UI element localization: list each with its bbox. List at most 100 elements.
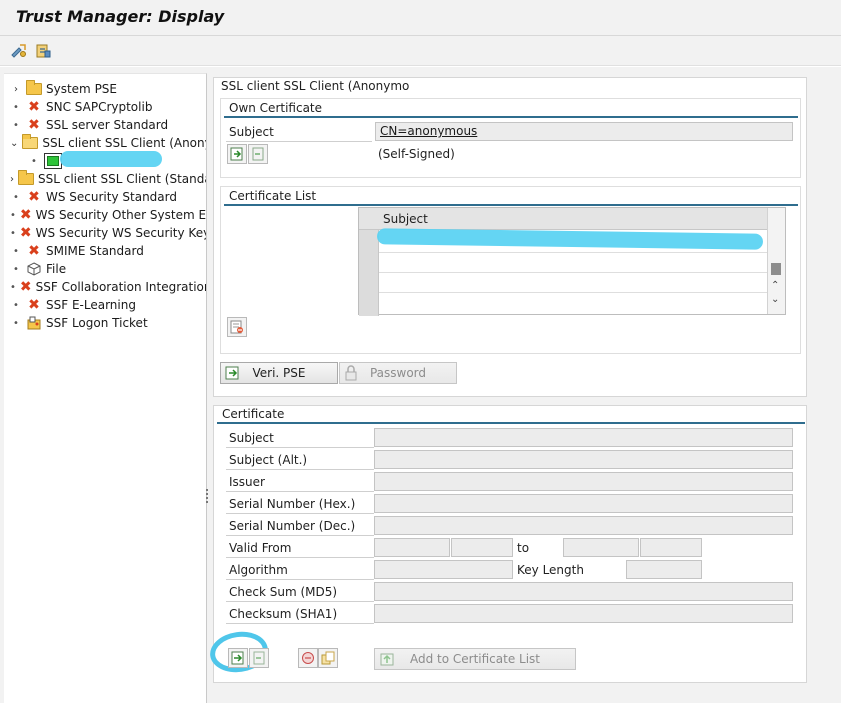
cert-issuer-field[interactable] [374, 472, 793, 491]
tree-item-ssl-client-standard[interactable]: › SSL client SSL Client (Standard) [4, 170, 206, 188]
row-underline [226, 141, 372, 142]
certificate-list-table[interactable]: Subject ⌃ ⌄ [358, 207, 786, 316]
cert-sha1-field[interactable] [374, 604, 793, 623]
password-label: Password [369, 366, 427, 380]
table-header: Subject [359, 208, 769, 230]
cert-valid-to-date[interactable] [563, 538, 639, 557]
import-cert-icon[interactable] [228, 648, 248, 668]
tree-item-smime-standard[interactable]: • ✖ SMIME Standard [4, 242, 206, 260]
own-subject-label: Subject [229, 125, 274, 139]
veri-pse-button[interactable]: Veri. PSE [220, 362, 338, 384]
scroll-up-icon[interactable]: ⌃ [771, 280, 779, 291]
cert-issuer-label: Issuer [229, 475, 265, 489]
edit-pse-icon[interactable] [10, 42, 28, 60]
cert-subject-alt-field[interactable] [374, 450, 793, 469]
tree-item-label: SSF Collaboration Integration [35, 280, 207, 294]
tree-item-label: SNC SAPCryptolib [46, 100, 153, 114]
tree-item-file[interactable]: • File [4, 260, 206, 278]
tree-item-label: SMIME Standard [46, 244, 144, 258]
tree-expander[interactable]: › [10, 84, 22, 95]
error-x-icon: ✖ [28, 297, 40, 313]
cert-md5-label: Check Sum (MD5) [229, 585, 338, 599]
tree-item-label: File [46, 262, 67, 276]
tree-item-ws-security-other-system[interactable]: • ✖ WS Security Other System Encryption [4, 206, 206, 224]
cert-subject-field[interactable] [374, 428, 793, 447]
import-pse-icon [225, 365, 241, 384]
own-subject-value[interactable]: CN=anonymous [375, 122, 793, 141]
tree-expander[interactable]: ⌄ [10, 138, 18, 149]
tree-bullet: • [13, 317, 19, 329]
certificate-list-title: Certificate List [229, 189, 317, 203]
import-certificate-icon[interactable] [227, 144, 247, 164]
pse-tree: › System PSE • ✖ SNC SAPCryptolib • ✖ SS… [4, 73, 207, 703]
folder-icon [18, 170, 34, 186]
cert-serial-hex-field[interactable] [374, 494, 793, 513]
own-certificate-status: (Self-Signed) [378, 147, 455, 161]
remove-certificate-icon[interactable] [227, 317, 247, 337]
tree-item-ws-security-standard[interactable]: • ✖ WS Security Standard [4, 188, 206, 206]
tree-bullet: • [10, 227, 16, 239]
cert-key-length-field[interactable] [626, 560, 702, 579]
title-bar: Trust Manager: Display [0, 0, 841, 36]
display-icon[interactable] [34, 42, 52, 60]
group-divider [224, 204, 798, 206]
work-area: › System PSE • ✖ SNC SAPCryptolib • ✖ SS… [0, 67, 841, 703]
tree-item-ssf-logon-ticket[interactable]: • SSF Logon Ticket [4, 314, 206, 332]
tree-item-snc-sapcryptolib[interactable]: • ✖ SNC SAPCryptolib [4, 98, 206, 116]
tree-bullet: • [13, 191, 19, 203]
folder-open-icon [22, 134, 39, 150]
tree-item-label: SSL client SSL Client (Standard) [38, 172, 206, 186]
table-row-divider [379, 252, 769, 253]
row-underline [226, 535, 374, 536]
error-x-icon: ✖ [28, 99, 40, 115]
export-cert-icon[interactable] [249, 648, 269, 668]
lock-icon [344, 365, 358, 384]
tree-item-ssf-elearning[interactable]: • ✖ SSF E-Learning [4, 296, 206, 314]
own-certificate-title: Own Certificate [229, 101, 323, 115]
cert-serial-hex-label: Serial Number (Hex.) [229, 497, 356, 511]
certificate-panel: Certificate Subject Subject (Alt.) Issue… [207, 405, 807, 683]
table-row-divider [379, 292, 769, 293]
tree-item-ws-security-keys[interactable]: • ✖ WS Security WS Security Keys [4, 224, 207, 242]
table-scrollbar[interactable]: ⌃ ⌄ [767, 208, 785, 314]
add-to-certificate-list-button[interactable]: Add to Certificate List [374, 648, 576, 670]
row-underline [226, 491, 374, 492]
pse-panel-title: SSL client SSL Client (Anonymo [221, 79, 410, 93]
cert-valid-from-date[interactable] [374, 538, 450, 557]
cert-subject-alt-label: Subject (Alt.) [229, 453, 308, 467]
scroll-down-icon[interactable]: ⌄ [771, 294, 779, 305]
cert-md5-field[interactable] [374, 582, 793, 601]
tree-item-ssl-server-standard[interactable]: • ✖ SSL server Standard [4, 116, 206, 134]
export-certificate-icon[interactable] [248, 144, 268, 164]
password-button[interactable]: Password [339, 362, 457, 384]
window-title: Trust Manager: Display [16, 7, 225, 26]
tree-item-label: WS Security WS Security Keys [35, 226, 207, 240]
copy-cert-icon[interactable] [318, 648, 338, 668]
row-underline [226, 623, 374, 624]
tree-item-system-pse[interactable]: › System PSE [4, 80, 206, 98]
cert-serial-dec-field[interactable] [374, 516, 793, 535]
logon-ticket-icon [26, 316, 42, 330]
file-cube-icon [26, 262, 42, 276]
cert-valid-to-time[interactable] [640, 538, 702, 557]
error-x-icon: ✖ [19, 279, 32, 295]
cert-valid-from-time[interactable] [451, 538, 513, 557]
verify-cert-icon[interactable] [298, 648, 318, 668]
splitter-handle[interactable] [205, 487, 209, 507]
tree-item-ssf-collaboration[interactable]: • ✖ SSF Collaboration Integration [4, 278, 207, 296]
cert-sha1-label: Checksum (SHA1) [229, 607, 338, 621]
tree-bullet: • [13, 245, 19, 257]
tree-item-label: SSL server Standard [46, 118, 169, 132]
cert-subject-label: Subject [229, 431, 274, 445]
row-underline [226, 447, 374, 448]
veri-pse-label: Veri. PSE [252, 366, 306, 380]
column-header-subject[interactable]: Subject [383, 212, 428, 226]
tree-expander[interactable]: › [10, 174, 14, 185]
folder-icon [26, 80, 42, 96]
scrollbar-thumb[interactable] [771, 263, 781, 275]
cert-algorithm-field[interactable] [374, 560, 513, 579]
group-divider [217, 422, 805, 424]
error-x-icon: ✖ [28, 189, 40, 205]
tree-bullet: • [13, 299, 19, 311]
tree-item-ssl-client-anonymous[interactable]: ⌄ SSL client SSL Client (Anonymous) [4, 134, 206, 152]
